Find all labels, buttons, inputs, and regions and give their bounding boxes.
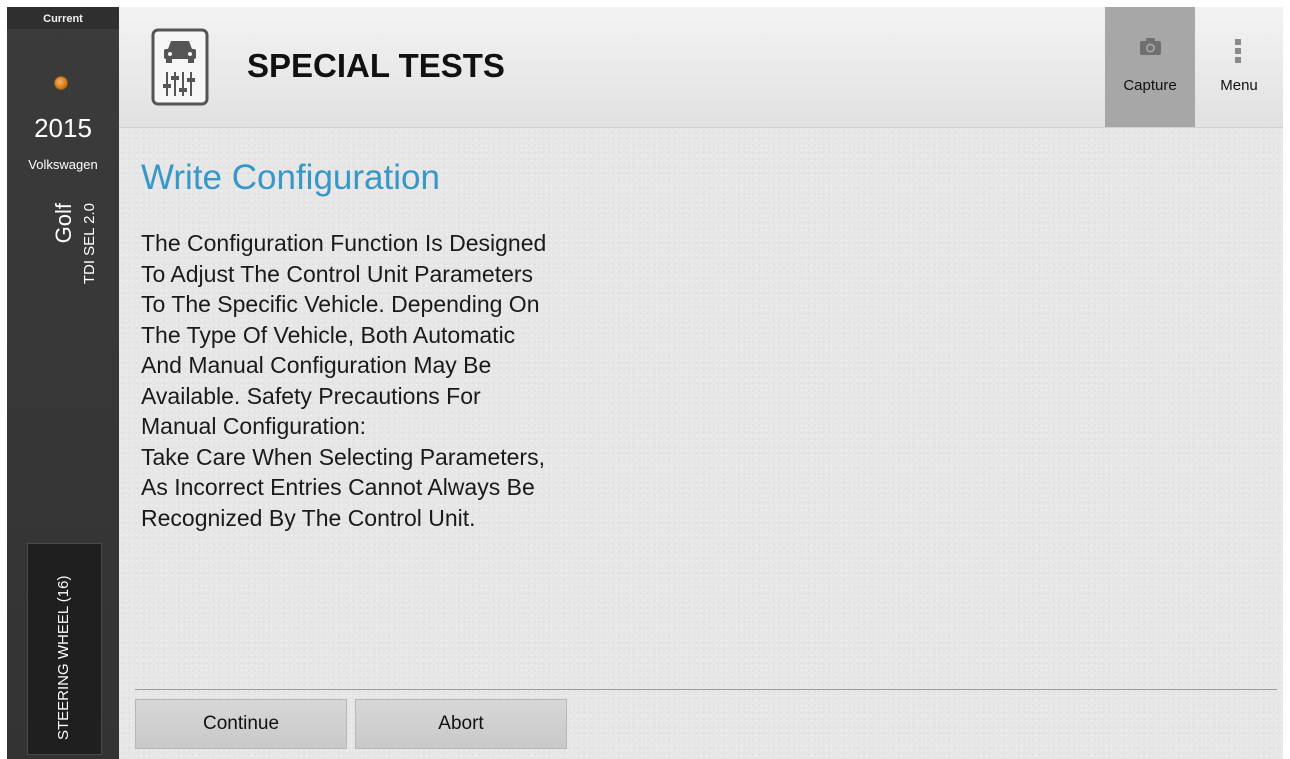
vehicle-model: Golf [51,203,76,244]
capture-label: Capture [1123,77,1177,94]
menu-button[interactable]: Menu [1195,7,1283,127]
menu-label: Menu [1220,77,1258,94]
module-label: STEERING WHEEL (16) [55,575,72,740]
header-bar: SPECIAL TESTS Capture Menu [119,7,1283,128]
main-content: Write Configuration The Configuration Fu… [119,128,1283,759]
description-line: Take Care When Selecting Parameters, [141,443,545,470]
status-dot-icon [54,76,68,90]
vehicle-trim: TDI SEL 2.0 [81,203,98,285]
description-line: The Configuration Function Is Designed [141,230,547,256]
description-text: The Configuration Function Is Designed T… [141,228,701,533]
description-line: Recognized By The Control Unit. [141,504,476,531]
description-line: To The Specific Vehicle. Depending On [141,291,540,317]
page-title: SPECIAL TESTS [247,47,505,84]
camera-icon [1140,38,1161,55]
description-line: To Adjust The Control Unit Parameters [141,260,534,287]
capture-button[interactable]: Capture [1105,7,1195,127]
current-label: Current [43,13,83,25]
abort-button[interactable]: Abort [355,699,567,749]
module-tab[interactable]: STEERING WHEEL (16) [27,543,102,755]
continue-button[interactable]: Continue [135,699,347,749]
vertical-dots-icon [1235,39,1241,63]
app-frame: Current 2015 Volkswagen Golf TDI SEL 2.0… [7,7,1283,759]
description-line: And Manual Configuration May Be [141,352,492,378]
description-line: Manual Configuration: [141,413,367,439]
vehicle-sidebar: Current 2015 Volkswagen Golf TDI SEL 2.0… [7,7,119,759]
vehicle-year: 2015 [34,113,92,143]
section-title: Write Configuration [141,158,440,197]
current-notch [56,29,70,36]
description-line: Available. Safety Precautions For [141,382,481,409]
divider [135,689,1277,690]
description-line: As Incorrect Entries Cannot Always Be [141,474,535,500]
vehicle-make: Volkswagen [28,157,98,172]
car-settings-icon [151,28,209,106]
description-line: The Type Of Vehicle, Both Automatic [141,321,516,348]
